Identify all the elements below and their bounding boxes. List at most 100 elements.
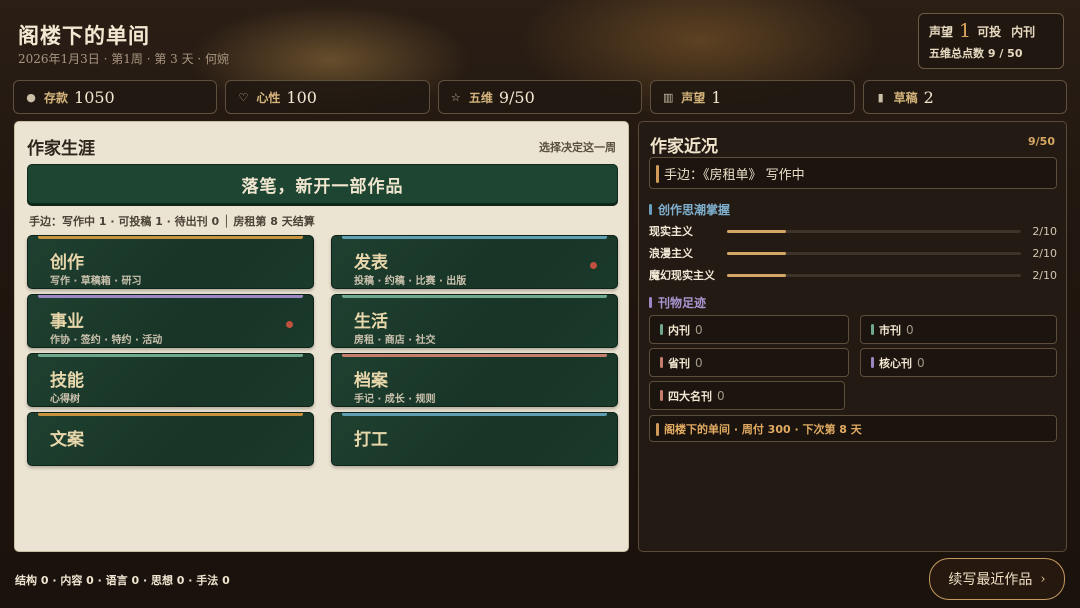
magazine-province[interactable]: 省刊 0 xyxy=(649,348,849,377)
tile-title: 发表 xyxy=(354,253,388,273)
magazine-marker xyxy=(871,324,874,335)
tile-parttime-job[interactable]: 打工 xyxy=(331,412,618,466)
tile-subtitle: 作协 · 签约 · 特约 · 活动 xyxy=(50,335,163,346)
trend-fill xyxy=(726,229,786,233)
trend-name: 魔幻现实主义 xyxy=(649,269,715,282)
tile-title: 事业 xyxy=(50,312,84,332)
trend-value: 2/10 xyxy=(1032,224,1058,238)
chevron-right-icon: › xyxy=(1040,571,1046,587)
trend-name: 浪漫主义 xyxy=(649,247,693,260)
stat-label: 声望 xyxy=(681,90,706,105)
tile-stripe xyxy=(38,295,303,298)
notification-dot xyxy=(590,262,597,269)
career-hint: 选择决定这一周 xyxy=(539,140,616,154)
coin-icon: ● xyxy=(26,90,36,104)
stat-value: 1050 xyxy=(74,87,115,107)
tile-subtitle: 房租 · 商店 · 社交 xyxy=(354,335,436,346)
page-title: 阁楼下的单间 xyxy=(18,23,150,48)
five-dim-total: 五维总点数 9 / 50 xyxy=(929,47,1023,60)
stat-label: 存款 xyxy=(44,90,69,105)
stat-value: 2 xyxy=(923,87,934,107)
date-line: 2026年1月3日 · 第1周 · 第 3 天 · 何婉 xyxy=(18,52,230,66)
stat-bar: ● 存款 1050 ♡ 心性 100 ☆ 五维 9/50 ▥ 声望 1 ▮ 草稿… xyxy=(13,80,1068,114)
trend-track xyxy=(726,251,1022,255)
tile-title: 技能 xyxy=(50,371,84,391)
stat-label: 心性 xyxy=(256,90,281,105)
stat-five-dim: ☆ 五维 9/50 xyxy=(437,80,643,114)
trend-row: 浪漫主义 2/10 xyxy=(649,243,1057,263)
stat-mood: ♡ 心性 100 xyxy=(225,80,430,114)
stat-value: 9/50 xyxy=(498,87,535,107)
magazine-name: 内刊 xyxy=(668,323,690,337)
trend-name: 现实主义 xyxy=(649,225,693,238)
magazine-marker xyxy=(660,324,663,335)
continue-work-button[interactable]: 续写最近作品 › xyxy=(929,558,1065,600)
magazine-name: 省刊 xyxy=(668,356,690,370)
top-bar: 阁楼下的单间 2026年1月3日 · 第1周 · 第 3 天 · 何婉 声望 1… xyxy=(0,0,1080,78)
section-marker xyxy=(649,297,652,308)
trend-value: 2/10 xyxy=(1032,268,1058,282)
magazine-count: 0 xyxy=(906,322,914,337)
status-title: 作家近况 xyxy=(650,137,718,157)
tile-stripe xyxy=(38,236,303,239)
trends-title: 创作思潮掌握 xyxy=(658,203,731,217)
magazine-core[interactable]: 核心刊 0 xyxy=(860,348,1057,377)
trend-track xyxy=(726,273,1022,277)
magazine-city[interactable]: 市刊 0 xyxy=(860,315,1057,344)
tile-stripe xyxy=(342,354,607,357)
stat-reputation: ▥ 声望 1 xyxy=(650,80,855,114)
tile-subtitle: 投稿 · 约稿 · 比赛 · 出版 xyxy=(354,276,467,287)
reputation-label: 声望 xyxy=(929,24,954,39)
magazine-internal[interactable]: 内刊 0 xyxy=(649,315,849,344)
stat-value: 100 xyxy=(286,87,317,107)
book-icon: ▥ xyxy=(663,90,674,104)
trend-fill xyxy=(726,251,786,255)
tile-subtitle: 手记 · 成长 · 规则 xyxy=(354,394,436,405)
stat-label: 五维 xyxy=(468,90,493,105)
current-work[interactable]: 手边：《房租单》 写作中 xyxy=(649,157,1057,189)
magazine-name: 市刊 xyxy=(879,323,901,337)
tile-subtitle: 心得树 xyxy=(50,394,80,405)
tile-publish[interactable]: 发表 投稿 · 约稿 · 比赛 · 出版 xyxy=(331,235,618,289)
tile-stripe xyxy=(342,236,607,239)
tile-copywriting[interactable]: 文案 xyxy=(27,412,314,466)
stat-label: 草稿 xyxy=(893,90,918,105)
notification-dot xyxy=(286,321,293,328)
submit-label: 可投 xyxy=(977,24,1002,39)
trend-value: 2/10 xyxy=(1032,246,1058,260)
heart-icon: ♡ xyxy=(238,90,249,104)
magazine-count: 0 xyxy=(717,388,725,403)
tile-skills[interactable]: 技能 心得树 xyxy=(27,353,314,407)
magazine-count: 0 xyxy=(695,355,703,370)
stat-savings: ● 存款 1050 xyxy=(13,80,218,114)
magazine-top-four[interactable]: 四大名刊 0 xyxy=(649,381,845,410)
stat-value: 1 xyxy=(711,87,722,107)
magazines-title: 刊物足迹 xyxy=(658,296,707,310)
magazine-name: 核心刊 xyxy=(879,356,912,370)
trend-fill xyxy=(726,273,786,277)
submit-target: 内刊 xyxy=(1011,24,1036,39)
continue-label: 续写最近作品 xyxy=(948,572,1033,588)
new-work-button[interactable]: 落笔，新开一部作品 xyxy=(27,164,618,204)
tile-career[interactable]: 事业 作协 · 签约 · 特约 · 活动 xyxy=(27,294,314,348)
tile-stripe xyxy=(38,354,303,357)
trends-heading: 创作思潮掌握 xyxy=(649,201,730,218)
rent-info: 阁楼下的单间 · 周付 300 · 下次第 8 天 xyxy=(649,415,1057,442)
tile-create[interactable]: 创作 写作 · 草稿箱 · 研习 xyxy=(27,235,314,289)
stat-drafts: ▮ 草稿 2 xyxy=(862,80,1068,114)
tile-archive[interactable]: 档案 手记 · 成长 · 规则 xyxy=(331,353,618,407)
magazines-heading: 刊物足迹 xyxy=(649,294,706,311)
reputation-summary: 声望 1 可投 内刊 五维总点数 9 / 50 xyxy=(918,13,1064,69)
magazine-count: 0 xyxy=(917,355,925,370)
tile-life[interactable]: 生活 房租 · 商店 · 社交 xyxy=(331,294,618,348)
trend-track xyxy=(726,229,1022,233)
career-status: 手边：写作中 1 · 可投稿 1 · 待出刊 0 │ 房租第 8 天结算 xyxy=(29,215,315,228)
tile-title: 文案 xyxy=(50,430,84,450)
reputation-value: 1 xyxy=(959,20,972,42)
magazine-count: 0 xyxy=(695,322,703,337)
trend-row: 现实主义 2/10 xyxy=(649,221,1057,241)
magazine-marker xyxy=(871,357,874,368)
tile-stripe xyxy=(342,413,607,416)
status-count: 9/50 xyxy=(1028,135,1055,148)
status-panel: 作家近况 9/50 手边：《房租单》 写作中 创作思潮掌握 现实主义 2/10 … xyxy=(638,121,1067,552)
